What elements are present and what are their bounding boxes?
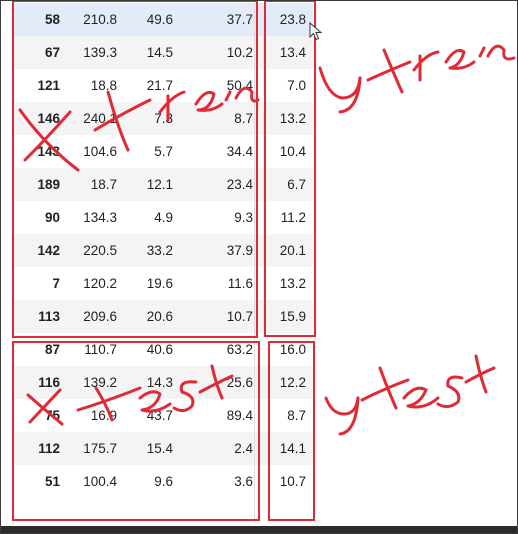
cell-radio: 21.7: [146, 78, 173, 93]
cell-newspaper: 63.2: [226, 342, 253, 357]
cell-radio: 43.7: [146, 408, 173, 423]
table-row: 7 120.2 19.6 11.6 13.2: [13, 267, 313, 300]
cell-newspaper: 2.4: [234, 441, 253, 456]
cell-tv: 100.4: [83, 474, 117, 489]
cell-radio: 33.2: [146, 243, 173, 258]
y-test-ink: [324, 354, 496, 436]
cell-tv: 240.1: [83, 111, 117, 126]
table-row: 67 139.3 14.5 10.2 13.4: [13, 36, 313, 69]
notebook-output-area: 58 210.8 49.6 37.7 23.8 67 139.3 14.5 10.2 13.4 12…: [0, 0, 518, 534]
cell-radio: 12.1: [146, 177, 173, 192]
cell-sales: 13.4: [279, 45, 306, 60]
cell-tv: 220.5: [83, 243, 117, 258]
cell-newspaper: 37.7: [226, 12, 253, 27]
cell-sales: 7.0: [287, 78, 306, 93]
y-train-ink: [318, 44, 516, 114]
cell-newspaper: 23.4: [226, 177, 253, 192]
cell-tv: 139.3: [83, 45, 117, 60]
cell-radio: 40.6: [146, 342, 173, 357]
row-index: 75: [44, 408, 60, 423]
cell-sales: 10.4: [279, 144, 306, 159]
cell-radio: 7.3: [154, 111, 173, 126]
row-index: 90: [44, 210, 60, 225]
cell-radio: 14.5: [146, 45, 173, 60]
table-row: 58 210.8 49.6 37.7 23.8: [13, 3, 313, 36]
cell-tv: 209.6: [83, 309, 117, 324]
cell-newspaper: 10.2: [226, 45, 253, 60]
cell-tv: 18.7: [90, 177, 117, 192]
cell-radio: 19.6: [146, 276, 173, 291]
cell-newspaper: 89.4: [226, 408, 253, 423]
table-row: 142 220.5 33.2 37.9 20.1: [13, 234, 313, 267]
cell-sales: 13.2: [279, 276, 306, 291]
row-index: 7: [52, 276, 60, 291]
table-row: 112 175.7 15.4 2.4 14.1: [13, 432, 313, 465]
table-row: 75 16.9 43.7 89.4 8.7: [13, 399, 313, 432]
row-index: 143: [37, 144, 60, 159]
cell-sales: 20.1: [279, 243, 306, 258]
table-row: 143 104.6 5.7 34.4 10.4: [13, 135, 313, 168]
cell-tv: 139.2: [83, 375, 117, 390]
cell-newspaper: 25.6: [226, 375, 253, 390]
cell-sales: 12.2: [279, 375, 306, 390]
row-index: 116: [38, 375, 60, 390]
cell-newspaper: 10.7: [226, 309, 253, 324]
cell-newspaper: 3.6: [234, 474, 253, 489]
cell-sales: 14.1: [279, 441, 306, 456]
table-row: 116 139.2 14.3 25.6 12.2: [13, 366, 313, 399]
cell-radio: 4.9: [154, 210, 173, 225]
cell-newspaper: 50.4: [226, 78, 253, 93]
cell-newspaper: 11.6: [227, 276, 253, 291]
cell-sales: 10.7: [279, 474, 306, 489]
table-row: 90 134.3 4.9 9.3 11.2: [13, 201, 313, 234]
row-index: 87: [44, 342, 60, 357]
cell-sales: 11.2: [280, 210, 306, 225]
cell-radio: 9.6: [154, 474, 173, 489]
cell-newspaper: 34.4: [226, 144, 253, 159]
row-index: 142: [37, 243, 60, 258]
row-index: 113: [38, 309, 60, 324]
cell-tv: 175.7: [83, 441, 117, 456]
cell-sales: 6.7: [287, 177, 306, 192]
cell-newspaper: 8.7: [234, 111, 253, 126]
table-row: 113 209.6 20.6 10.7 15.9: [13, 300, 313, 333]
cell-radio: 20.6: [146, 309, 173, 324]
cell-radio: 49.6: [146, 12, 173, 27]
table-row: 146 240.1 7.3 8.7 13.2: [13, 102, 313, 135]
cell-tv: 210.8: [83, 12, 117, 27]
cell-sales: 15.9: [279, 309, 306, 324]
window-bottom-bar: [0, 526, 518, 534]
mouse-cursor-icon: [309, 22, 323, 41]
row-index: 189: [37, 177, 60, 192]
cell-sales: 23.8: [279, 12, 306, 27]
cell-tv: 16.9: [90, 408, 117, 423]
table-row: 121 18.8 21.7 50.4 7.0: [13, 69, 313, 102]
cell-tv: 104.6: [83, 144, 117, 159]
row-index: 51: [44, 474, 60, 489]
cell-radio: 5.7: [154, 144, 173, 159]
cell-sales: 13.2: [279, 111, 306, 126]
cell-tv: 120.2: [83, 276, 117, 291]
table-row: 87 110.7 40.6 63.2 16.0: [13, 333, 313, 366]
table-row: 51 100.4 9.6 3.6 10.7: [13, 465, 313, 498]
row-index: 67: [44, 45, 60, 60]
cell-radio: 14.3: [146, 375, 173, 390]
cell-newspaper: 9.3: [234, 210, 253, 225]
row-index: 121: [37, 78, 60, 93]
cell-newspaper: 37.9: [226, 243, 253, 258]
cell-radio: 15.4: [146, 441, 173, 456]
cell-tv: 110.7: [84, 342, 117, 357]
column-divider: [254, 0, 255, 524]
row-index: 112: [38, 441, 60, 456]
cell-tv: 18.8: [90, 78, 117, 93]
row-index: 146: [37, 111, 60, 126]
cell-tv: 134.3: [83, 210, 117, 225]
cell-sales: 16.0: [279, 342, 306, 357]
table-row: 189 18.7 12.1 23.4 6.7: [13, 168, 313, 201]
cell-sales: 8.7: [287, 408, 306, 423]
row-index: 58: [44, 12, 60, 27]
